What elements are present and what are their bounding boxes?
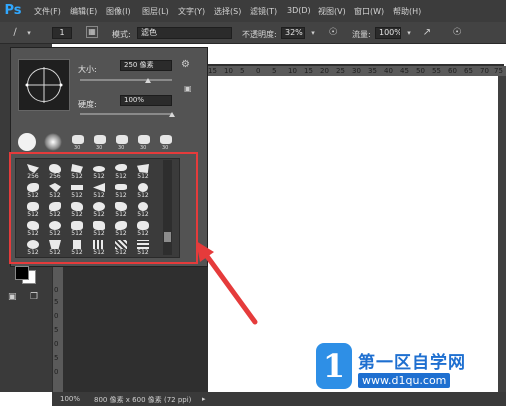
photoshop-logo: Ps bbox=[4, 3, 22, 18]
ruler-tick: 60 bbox=[448, 67, 457, 75]
ruler-tick: 55 bbox=[432, 67, 441, 75]
chevron-down-icon[interactable]: ▾ bbox=[22, 26, 36, 40]
status-bar: 100% 800 像素 x 600 像素 (72 ppi) ▸ bbox=[52, 392, 506, 406]
brush-panel-toggle-icon[interactable]: ▦ bbox=[86, 26, 98, 38]
hardness-slider-thumb[interactable] bbox=[169, 112, 175, 117]
ruler-tick: 10 bbox=[224, 67, 233, 75]
brush-size-num: 30 bbox=[74, 145, 81, 151]
hardness-input[interactable]: 100% bbox=[120, 95, 172, 106]
airbrush-icon[interactable]: ↗ bbox=[420, 26, 434, 40]
document-info: 800 像素 x 600 像素 (72 ppi) bbox=[94, 396, 192, 404]
menu-select[interactable]: 选择(S) bbox=[214, 6, 241, 17]
ruler-tick: 70 bbox=[480, 67, 489, 75]
brush-texture[interactable] bbox=[94, 135, 106, 144]
flow-input[interactable]: 100% bbox=[375, 27, 401, 39]
size-label: 大小: bbox=[78, 65, 97, 74]
screen-mode-icon[interactable]: ❐ bbox=[30, 292, 38, 302]
ruler-tick: 50 bbox=[416, 67, 425, 75]
chevron-down-icon[interactable]: ▾ bbox=[402, 26, 416, 40]
menu-view[interactable]: 视图(V) bbox=[318, 6, 346, 17]
opacity-input[interactable]: 32% bbox=[281, 27, 305, 39]
menu-file[interactable]: 文件(F) bbox=[34, 6, 61, 17]
mode-select[interactable]: 滤色 bbox=[137, 27, 232, 39]
brush-texture[interactable] bbox=[72, 135, 84, 144]
pressure-size-icon[interactable]: ☉ bbox=[450, 26, 464, 40]
size-input[interactable]: 250 像素 bbox=[120, 60, 172, 71]
brush-size-num: 30 bbox=[140, 145, 147, 151]
ruler-tick: 40 bbox=[384, 67, 393, 75]
hardness-label: 硬度: bbox=[78, 100, 97, 109]
menu-help[interactable]: 帮助(H) bbox=[393, 6, 421, 17]
menu-image[interactable]: 图像(I) bbox=[106, 6, 131, 17]
vertical-scrollbar[interactable] bbox=[498, 76, 506, 392]
ruler-tick: 45 bbox=[400, 67, 409, 75]
opacity-label: 不透明度: bbox=[242, 30, 277, 39]
ruler-tick: 0 bbox=[54, 340, 59, 348]
menu-window[interactable]: 窗口(W) bbox=[354, 6, 384, 17]
ruler-tick: 30 bbox=[352, 67, 361, 75]
recent-brushes: 30 30 30 30 30 bbox=[14, 133, 204, 153]
flow-label: 流量: bbox=[352, 30, 371, 39]
brush-texture[interactable] bbox=[138, 135, 150, 144]
ruler-tick: 10 bbox=[288, 67, 297, 75]
size-slider[interactable] bbox=[80, 79, 172, 81]
brush-texture[interactable] bbox=[116, 135, 128, 144]
brush-size-num: 30 bbox=[118, 145, 125, 151]
document-canvas[interactable] bbox=[208, 76, 506, 392]
menu-edit[interactable]: 编辑(E) bbox=[70, 6, 97, 17]
brush-hard-round[interactable] bbox=[18, 133, 36, 151]
ruler-tick: 15 bbox=[304, 67, 313, 75]
ruler-tick: 5 bbox=[54, 298, 59, 306]
crosshair-icon bbox=[25, 67, 63, 103]
foreground-color-swatch[interactable] bbox=[15, 266, 29, 280]
options-bar: ∕ ▾ 1 ▦ 模式: 滤色 不透明度: 32% ▾ ☉ 流量: 100% ▾ … bbox=[0, 22, 506, 44]
brush-soft-round[interactable] bbox=[44, 133, 62, 151]
brush-size-num: 30 bbox=[162, 145, 169, 151]
new-preset-icon[interactable]: ▣ bbox=[184, 84, 192, 93]
ruler-tick: 20 bbox=[320, 67, 329, 75]
zoom-level[interactable]: 100% bbox=[60, 395, 80, 403]
site-url: www.d1qu.com bbox=[358, 373, 451, 388]
ruler-tick: 5 bbox=[54, 354, 59, 362]
ruler-tick: 0 bbox=[256, 67, 261, 75]
ruler-tick: 15 bbox=[208, 67, 217, 75]
brush-size-num: 30 bbox=[96, 145, 103, 151]
menu-bar: Ps 文件(F) 编辑(E) 图像(I) 图层(L) 文字(Y) 选择(S) 滤… bbox=[0, 0, 506, 22]
gear-icon[interactable]: ⚙ bbox=[181, 59, 190, 70]
ruler-tick: 5 bbox=[272, 67, 277, 75]
brush-tool-icon[interactable]: ∕ bbox=[8, 26, 22, 40]
ruler-tick: 25 bbox=[336, 67, 345, 75]
quick-mask-icon[interactable]: ▣ bbox=[8, 292, 17, 302]
menu-layer[interactable]: 图层(L) bbox=[142, 6, 169, 17]
ruler-tick: 0 bbox=[54, 368, 59, 376]
hardness-slider[interactable] bbox=[80, 113, 172, 115]
ruler-tick: 5 bbox=[54, 326, 59, 334]
ruler-tick: 0 bbox=[54, 286, 59, 294]
ruler-tick: 0 bbox=[54, 312, 59, 320]
menu-filter[interactable]: 滤镜(T) bbox=[250, 6, 277, 17]
brush-size-picker[interactable]: 1 bbox=[52, 27, 72, 39]
brush-texture[interactable] bbox=[160, 135, 172, 144]
size-slider-thumb[interactable] bbox=[145, 78, 151, 83]
menu-3d[interactable]: 3D(D) bbox=[287, 6, 311, 15]
site-logo: 1 bbox=[316, 343, 352, 389]
chevron-right-icon[interactable]: ▸ bbox=[202, 395, 206, 403]
site-title: 第一区自学网 bbox=[358, 353, 466, 373]
menu-type[interactable]: 文字(Y) bbox=[178, 6, 205, 17]
chevron-down-icon[interactable]: ▾ bbox=[306, 26, 320, 40]
ruler-tick: 75 bbox=[494, 67, 503, 75]
horizontal-ruler: 15 10 5 0 5 10 15 20 25 30 35 40 45 50 5… bbox=[200, 66, 506, 76]
ruler-tick: 5 bbox=[240, 67, 245, 75]
ruler-tick: 35 bbox=[368, 67, 377, 75]
mode-label: 模式: bbox=[112, 30, 131, 39]
ruler-tick: 65 bbox=[464, 67, 473, 75]
highlight-box bbox=[9, 152, 198, 264]
pressure-opacity-icon[interactable]: ☉ bbox=[326, 26, 340, 40]
